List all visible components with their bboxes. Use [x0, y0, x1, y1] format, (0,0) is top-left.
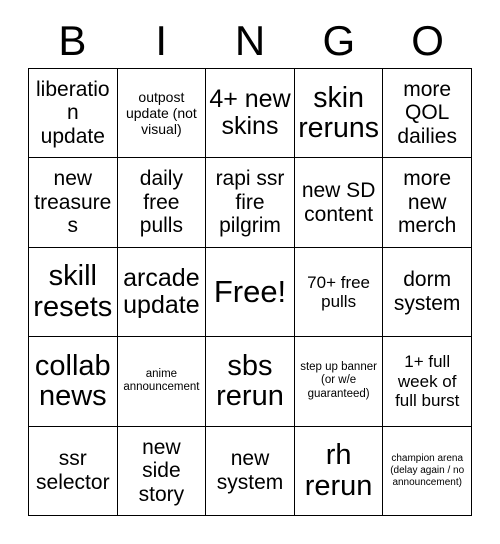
- bingo-cell[interactable]: 1+ full week of full burst: [383, 337, 472, 427]
- bingo-cell[interactable]: anime announcement: [117, 337, 207, 427]
- bingo-cell[interactable]: new side story: [117, 426, 207, 516]
- bingo-cell-label: liberation update: [36, 77, 110, 148]
- bingo-cell[interactable]: champion arena (delay again / no announc…: [383, 426, 472, 516]
- bingo-cell-label: new side story: [138, 435, 185, 506]
- bingo-cell-label: rh rerun: [304, 439, 373, 502]
- bingo-header-letter-b: B: [58, 17, 87, 64]
- bingo-cell[interactable]: more new merch: [383, 158, 472, 248]
- bingo-cell-label: new SD content: [301, 179, 376, 226]
- bingo-cell[interactable]: 4+ new skins: [206, 69, 295, 159]
- bingo-cell[interactable]: collab news: [29, 337, 118, 427]
- bingo-cell-label: dorm system: [393, 268, 461, 315]
- bingo-header-row: B I N G O: [28, 14, 472, 68]
- bingo-cell[interactable]: dorm system: [383, 247, 472, 338]
- bingo-cell-label: more QOL dailies: [397, 77, 457, 148]
- bingo-header-letter-o: O: [411, 17, 444, 64]
- bingo-cell-label: outpost update (not visual): [125, 88, 197, 138]
- bingo-header-letter-n: N: [234, 17, 266, 64]
- bingo-cell-label: new system: [216, 447, 284, 494]
- bingo-cell[interactable]: daily free pulls: [117, 158, 207, 248]
- bingo-cell-label: skin reruns: [298, 81, 379, 145]
- bingo-cell-label: collab news: [34, 349, 111, 413]
- bingo-cell[interactable]: skill resets: [29, 247, 118, 338]
- bingo-cell[interactable]: new treasures: [29, 158, 118, 248]
- bingo-cell-label: 1+ full week of full burst: [395, 352, 460, 411]
- bingo-cell[interactable]: rh rerun: [294, 426, 384, 516]
- bingo-cell-free-space[interactable]: Free!: [206, 247, 295, 338]
- bingo-cell-label: more new merch: [398, 167, 457, 238]
- bingo-cell[interactable]: more QOL dailies: [383, 69, 472, 159]
- bingo-cell[interactable]: ssr selector: [29, 426, 118, 516]
- bingo-cell-label: sbs rerun: [216, 349, 284, 413]
- bingo-cell-label: step up banner (or w/e guaranteed): [300, 360, 377, 401]
- bingo-cell-label: Free!: [213, 273, 287, 309]
- bingo-cell[interactable]: liberation update: [29, 69, 118, 159]
- bingo-cell[interactable]: skin reruns: [294, 69, 384, 159]
- bingo-cell[interactable]: sbs rerun: [206, 337, 295, 427]
- bingo-cell-label: 70+ free pulls: [307, 272, 371, 311]
- bingo-cell[interactable]: rapi ssr fire pilgrim: [206, 158, 295, 248]
- bingo-cell-label: skill resets: [33, 260, 113, 323]
- bingo-grid: liberation update outpost update (not vis…: [28, 68, 472, 516]
- bingo-card: B I N G O liberation update outpost updat…: [0, 0, 500, 544]
- bingo-cell[interactable]: new system: [206, 426, 295, 516]
- bingo-cell[interactable]: new SD content: [294, 158, 384, 248]
- bingo-cell-label: new treasures: [34, 167, 112, 238]
- bingo-header-letter-g: G: [322, 17, 356, 64]
- bingo-cell[interactable]: outpost update (not visual): [117, 69, 207, 159]
- bingo-cell[interactable]: 70+ free pulls: [294, 247, 384, 338]
- bingo-cell-label: 4+ new skins: [209, 85, 291, 141]
- bingo-cell[interactable]: arcade update: [117, 247, 207, 338]
- bingo-cell-label: daily free pulls: [139, 167, 183, 238]
- bingo-cell-label: rapi ssr fire pilgrim: [215, 167, 285, 238]
- bingo-cell-label: ssr selector: [36, 447, 110, 494]
- bingo-cell-label: anime announcement: [123, 367, 200, 394]
- bingo-cell-label: arcade update: [123, 263, 200, 319]
- bingo-header-letter-i: I: [155, 17, 168, 64]
- bingo-cell[interactable]: step up banner (or w/e guaranteed): [294, 337, 384, 427]
- bingo-cell-label: champion arena (delay again / no announc…: [390, 452, 465, 488]
